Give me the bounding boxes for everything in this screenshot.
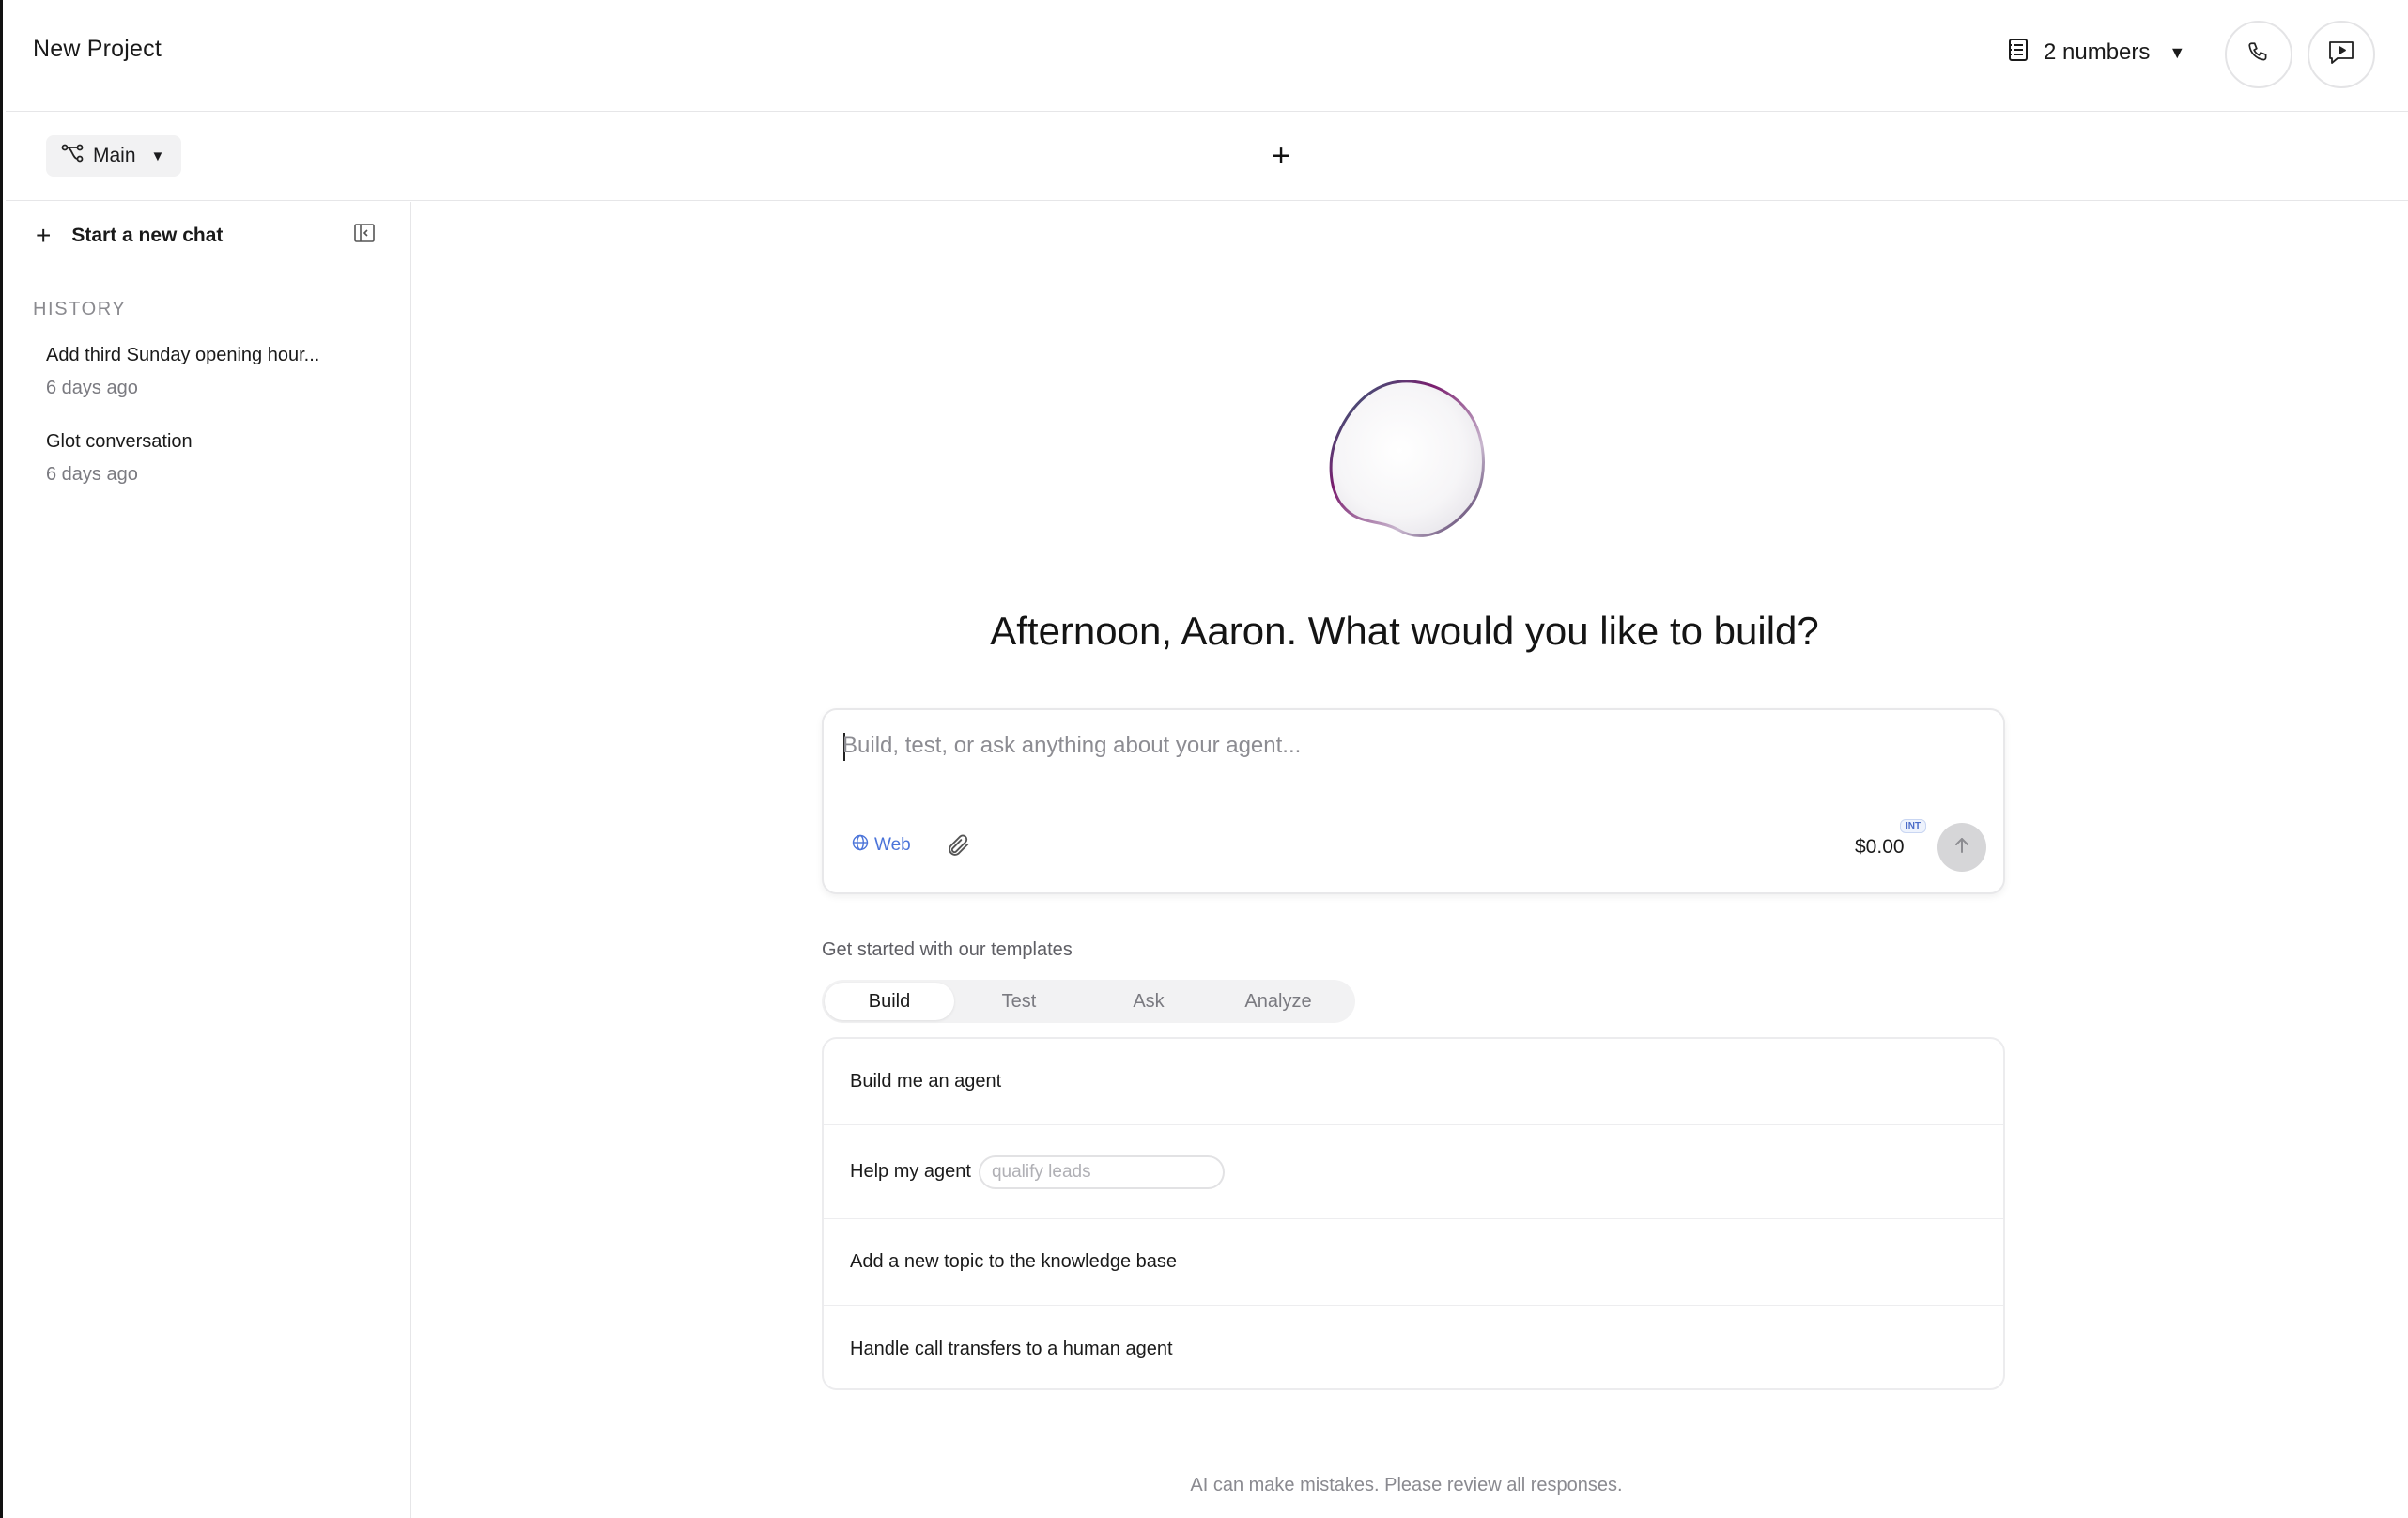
new-chat-button[interactable]: + Start a new chat <box>36 221 223 251</box>
template-label: Help my agent <box>850 1161 971 1182</box>
attach-button[interactable] <box>946 832 974 860</box>
caret-down-icon: ▼ <box>2169 42 2186 62</box>
plus-icon: + <box>1272 137 1290 174</box>
template-goal-input[interactable] <box>978 1154 1225 1189</box>
add-tab-button[interactable]: + <box>1264 137 1298 174</box>
ai-disclaimer: AI can make mistakes. Please review all … <box>1190 1475 1623 1495</box>
numbers-label: 2 numbers <box>2044 39 2151 65</box>
template-tabs: Build Test Ask Analyze <box>822 980 1355 1023</box>
send-button[interactable] <box>1937 823 1986 872</box>
branch-selector[interactable]: Main ▼ <box>46 135 182 177</box>
template-label: Add a new topic to the knowledge base <box>850 1251 1178 1272</box>
template-item[interactable]: Handle call transfers to a human agent <box>824 1306 2003 1388</box>
chat-play-icon <box>2327 39 2355 70</box>
web-label: Web <box>874 835 911 855</box>
cost-readout: $0.00 <box>1855 836 1905 858</box>
arrow-up-icon <box>1952 835 1972 860</box>
template-label: Handle call transfers to a human agent <box>850 1338 1173 1359</box>
call-button[interactable] <box>2225 21 2292 88</box>
assistant-orb-image <box>1327 376 1489 541</box>
prompt-input[interactable] <box>842 725 1969 767</box>
history-heading: HISTORY <box>33 299 127 319</box>
history-item-title: Glot conversation <box>46 431 193 452</box>
globe-icon <box>852 834 869 857</box>
prompt-composer: Web $0.00 INT <box>822 708 2005 894</box>
sidebar-collapse-button[interactable] <box>353 222 378 246</box>
numbers-dropdown[interactable]: 2 numbers ▼ <box>2008 32 2185 73</box>
template-item[interactable]: Add a new topic to the knowledge base <box>824 1219 2003 1306</box>
app-window: New Project 2 numbers ▼ Main ▼ + + Start… <box>0 0 2408 1518</box>
new-chat-label: Start a new chat <box>71 225 224 246</box>
chat-sidebar: + Start a new chat HISTORY Add third Sun… <box>6 202 411 1518</box>
int-badge: INT <box>1900 819 1927 833</box>
branch-bar: Main ▼ + <box>6 113 2408 201</box>
tab-analyze[interactable]: Analyze <box>1213 983 1343 1020</box>
tab-ask[interactable]: Ask <box>1084 983 1213 1020</box>
chat-preview-button[interactable] <box>2308 21 2375 88</box>
history-item[interactable]: Add third Sunday opening hour... 6 days … <box>46 345 319 399</box>
history-item-date: 6 days ago <box>46 464 138 485</box>
project-title: New Project <box>33 36 162 62</box>
phone-icon <box>2246 40 2271 70</box>
greeting-heading: Afternoon, Aaron. What would you like to… <box>990 609 1819 653</box>
template-label: Build me an agent <box>850 1071 1002 1092</box>
template-item[interactable]: Build me an agent <box>824 1039 2003 1125</box>
top-header: New Project 2 numbers ▼ <box>6 0 2408 112</box>
tab-build[interactable]: Build <box>825 983 954 1020</box>
history-item-title: Add third Sunday opening hour... <box>46 345 320 365</box>
template-item[interactable]: Help my agent <box>824 1125 2003 1219</box>
templates-heading: Get started with our templates <box>822 939 1073 960</box>
plus-icon: + <box>36 221 52 250</box>
sidebar-collapse-icon <box>353 224 376 248</box>
tab-test[interactable]: Test <box>954 983 1084 1020</box>
branch-label: Main <box>93 145 136 166</box>
history-item-date: 6 days ago <box>46 378 138 398</box>
template-list: Build me an agent Help my agent Add a ne… <box>822 1037 2005 1390</box>
branch-icon <box>61 144 84 168</box>
caret-down-icon: ▼ <box>150 147 165 164</box>
document-list-icon <box>2008 38 2030 69</box>
web-search-toggle[interactable]: Web <box>852 834 911 857</box>
history-item[interactable]: Glot conversation 6 days ago <box>46 431 193 486</box>
paperclip-icon <box>946 834 972 862</box>
